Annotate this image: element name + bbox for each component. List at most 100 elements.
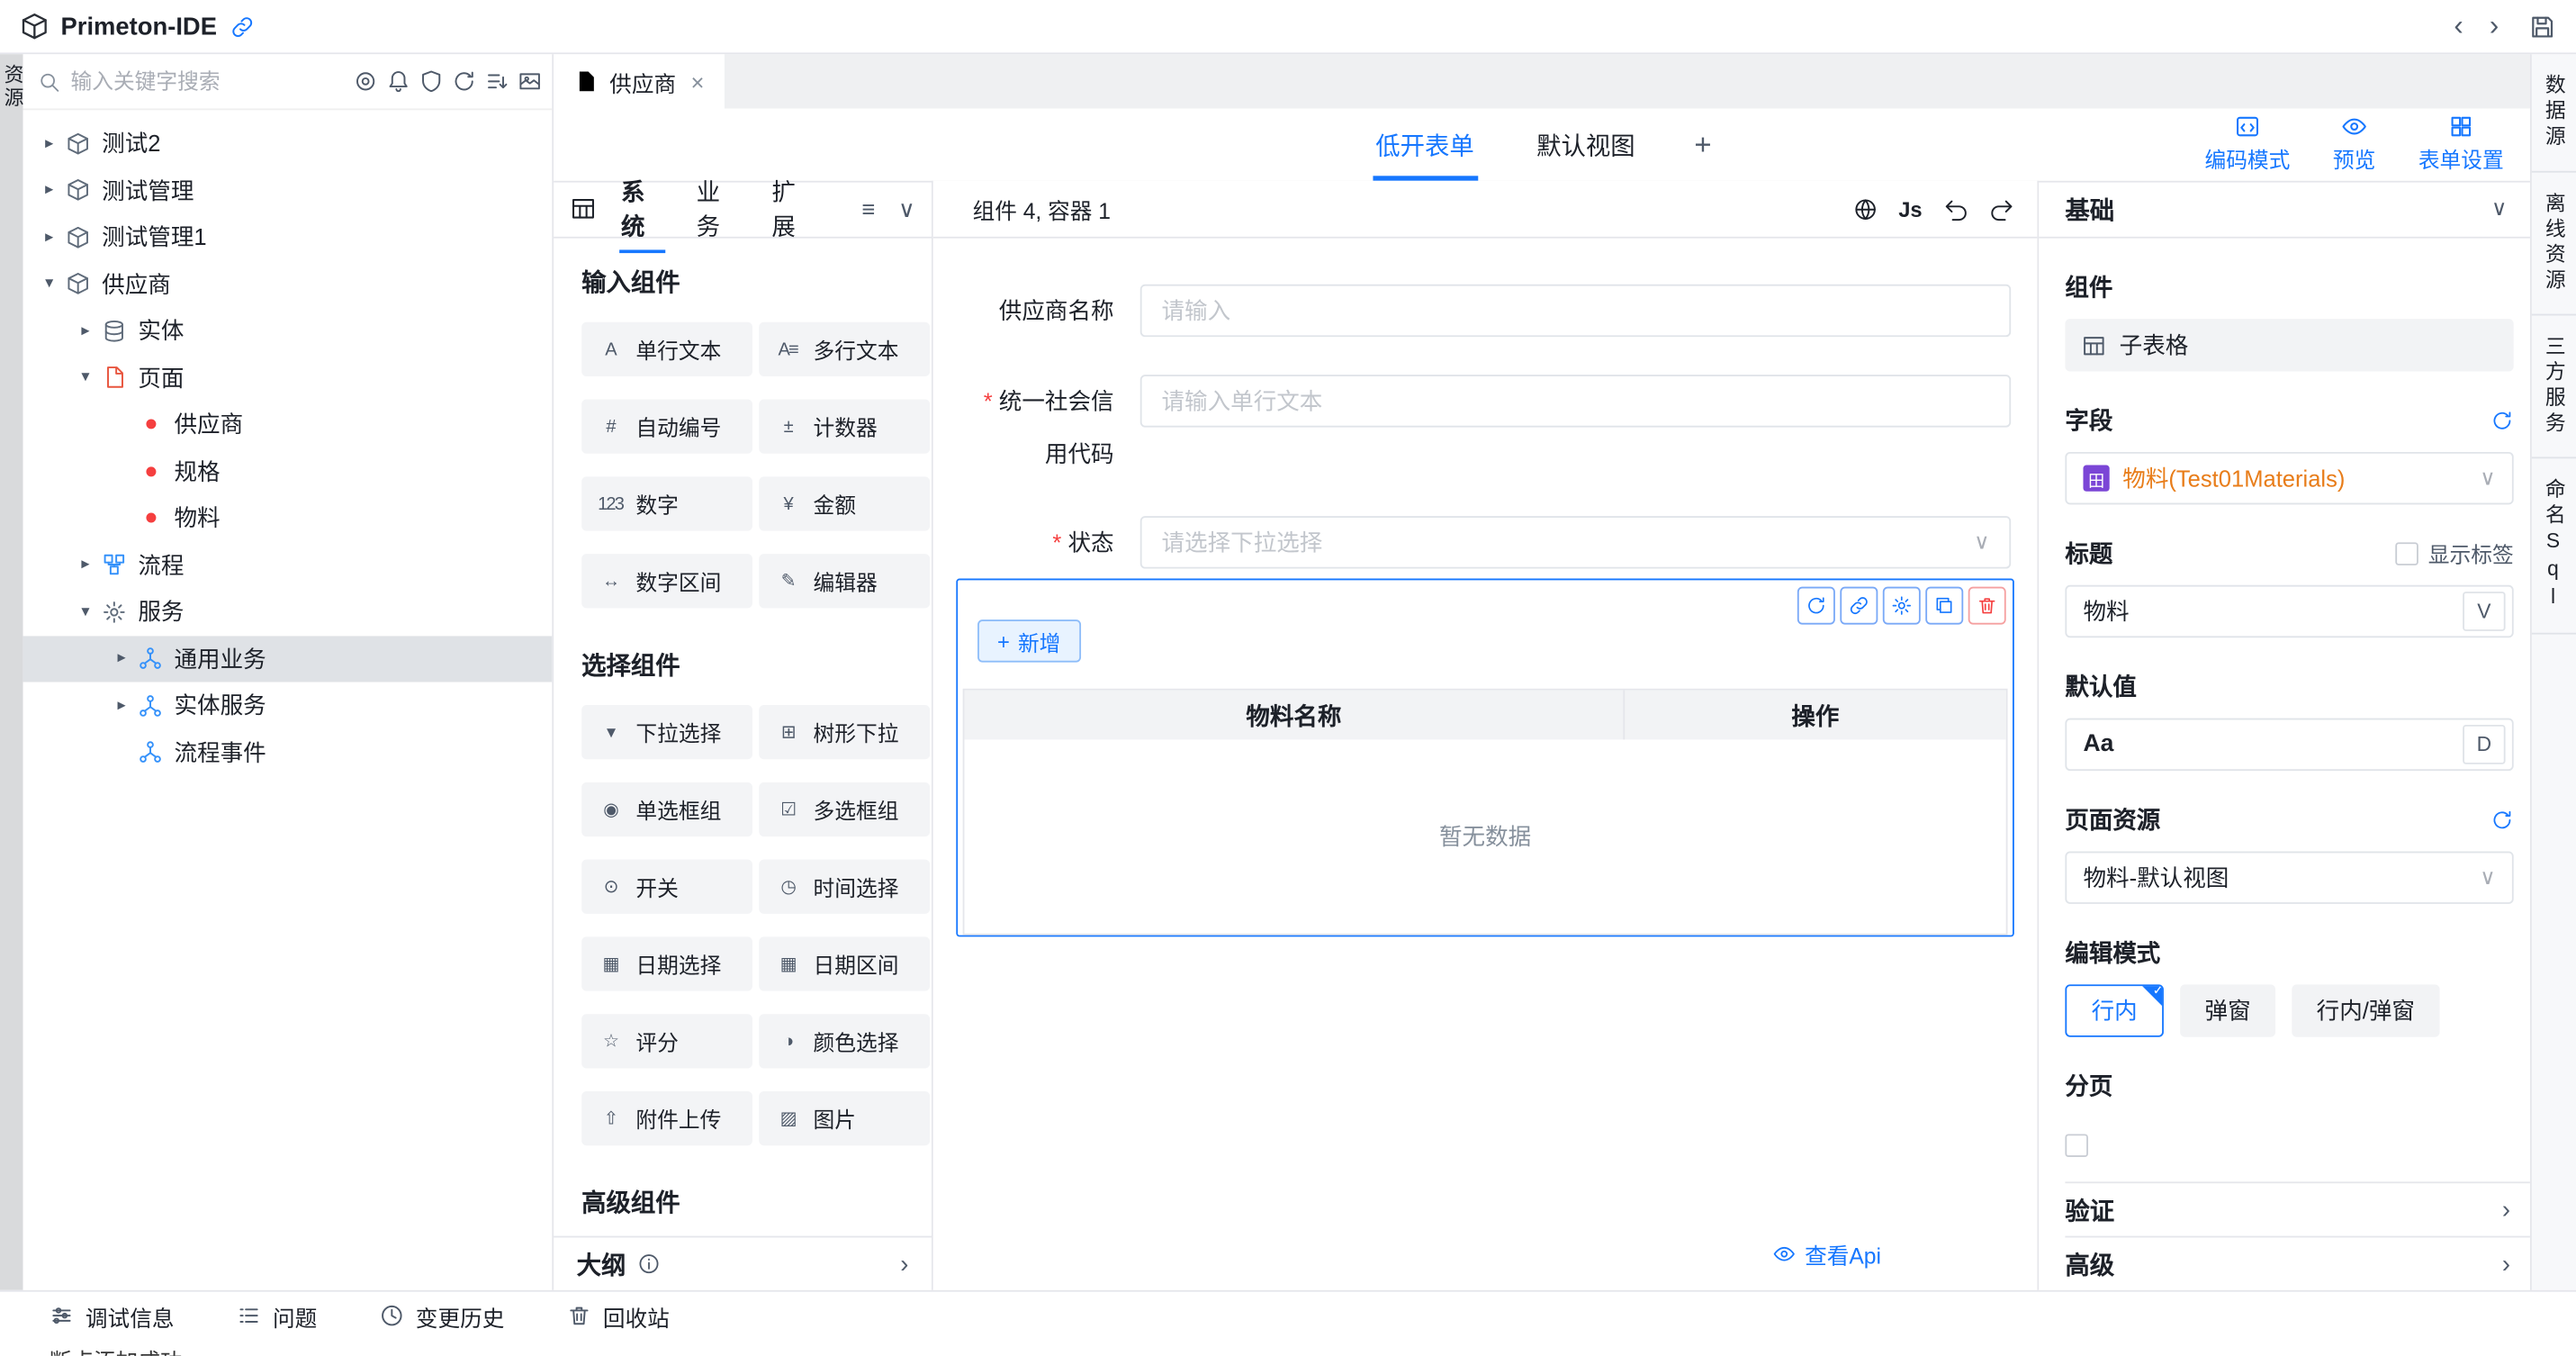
supplier-name-input[interactable]: 请输入 <box>1140 285 2011 337</box>
debug-info-button[interactable]: 调试信息 <box>50 1299 175 1333</box>
pagination-checkbox[interactable] <box>2065 1134 2088 1157</box>
bell-icon[interactable] <box>386 69 410 94</box>
default-value-input[interactable]: Aa D <box>2065 719 2513 771</box>
palette-tab[interactable]: 系统 <box>619 165 665 254</box>
sync-button[interactable] <box>1797 587 1835 625</box>
chevron-down-icon[interactable]: ∨ <box>2491 195 2507 221</box>
chevron-right-icon[interactable]: ▸ <box>36 134 62 152</box>
refresh-icon[interactable] <box>2490 808 2514 831</box>
link-icon[interactable] <box>230 14 255 39</box>
show-label-checkbox[interactable] <box>2395 541 2418 565</box>
chevron-down-icon[interactable]: ▾ <box>72 368 98 386</box>
palette-item[interactable]: ⊞树形下拉 <box>759 705 930 759</box>
tree-item[interactable]: ▸通用业务 <box>23 635 553 682</box>
tree-item[interactable]: 规格 <box>23 447 553 494</box>
copy-button[interactable] <box>1925 587 1963 625</box>
tree-item[interactable]: ▾供应商 <box>23 260 553 307</box>
rail-item-offline[interactable]: 离线资源 <box>2532 172 2576 315</box>
palette-item[interactable]: ◑颜色选择 <box>759 1014 930 1068</box>
selected-subtable-component[interactable]: + 新增 物料名称 操作 暂无数据 <box>956 579 2013 937</box>
tab-default-view[interactable]: 默认视图 <box>1533 108 1638 180</box>
form-settings-button[interactable]: 表单设置 <box>2418 113 2504 175</box>
js-button[interactable]: Js <box>1898 196 1922 221</box>
globe-icon[interactable] <box>1852 196 1877 221</box>
chevron-right-icon[interactable]: ▸ <box>108 696 134 714</box>
default-value-data-button[interactable]: D <box>2463 725 2505 764</box>
outline-bar[interactable]: 大纲 › <box>554 1236 932 1290</box>
palette-item[interactable]: ¥金额 <box>759 476 930 530</box>
chevron-right-icon[interactable]: ▸ <box>36 181 62 199</box>
tree-item[interactable]: ▸实体 <box>23 307 553 354</box>
title-variable-button[interactable]: V <box>2463 592 2505 631</box>
search-input[interactable] <box>68 68 347 95</box>
palette-collapse-icon[interactable]: ∨ <box>898 194 915 222</box>
tree-item[interactable]: 流程事件 <box>23 729 553 776</box>
palette-menu-icon[interactable]: ≡ <box>862 195 876 221</box>
save-icon[interactable] <box>2528 13 2556 41</box>
palette-item[interactable]: ☑多选框组 <box>759 782 930 836</box>
palette-item[interactable]: ☆评分 <box>581 1014 752 1068</box>
palette-item[interactable]: ▦日期区间 <box>759 936 930 990</box>
field-select[interactable]: 田 物料(Test01Materials) ∨ <box>2065 452 2513 504</box>
palette-item[interactable]: A≡多行文本 <box>759 322 930 376</box>
tree-item[interactable]: ▸测试管理 <box>23 167 553 213</box>
bind-button[interactable] <box>1840 587 1878 625</box>
refresh-icon[interactable] <box>452 69 476 94</box>
shield-icon[interactable] <box>419 69 443 94</box>
recycle-bin-button[interactable]: 回收站 <box>567 1299 670 1333</box>
code-mode-button[interactable]: 编码模式 <box>2204 113 2290 175</box>
palette-item[interactable]: A单行文本 <box>581 322 752 376</box>
palette-item[interactable]: ◉单选框组 <box>581 782 752 836</box>
nav-forward-icon[interactable]: › <box>2490 10 2499 43</box>
chevron-right-icon[interactable]: ▸ <box>72 556 98 574</box>
palette-item[interactable]: ▾下拉选择 <box>581 705 752 759</box>
redo-icon[interactable] <box>1989 196 2013 221</box>
export-icon[interactable] <box>518 69 542 94</box>
change-history-button[interactable]: 变更历史 <box>380 1299 505 1333</box>
palette-item[interactable]: ⇧附件上传 <box>581 1091 752 1145</box>
edit-mode-inline-dialog-button[interactable]: 行内/弹窗 <box>2292 984 2439 1036</box>
palette-tab[interactable]: 扩展 <box>770 165 816 254</box>
editor-tab-supplier[interactable]: 供应商 × <box>554 54 724 108</box>
social-credit-code-input[interactable]: 请输入单行文本 <box>1140 375 2011 427</box>
tree-item[interactable]: ▸测试2 <box>23 120 553 167</box>
palette-item[interactable]: 123数字 <box>581 476 752 530</box>
locate-icon[interactable] <box>353 69 377 94</box>
preview-button[interactable]: 预览 <box>2333 113 2375 175</box>
status-select[interactable]: 请选择下拉选择 ∨ <box>1140 516 2011 568</box>
palette-item[interactable]: ✎编辑器 <box>759 554 930 608</box>
chevron-down-icon[interactable]: ▾ <box>36 275 62 293</box>
rail-item-datasource[interactable]: 数据源 <box>2532 54 2576 172</box>
tab-lowcode-form[interactable]: 低开表单 <box>1373 108 1478 180</box>
chevron-right-icon[interactable]: ▸ <box>36 228 62 246</box>
section-validation[interactable]: 验证 › <box>2065 1181 2530 1235</box>
edit-mode-inline-button[interactable]: 行内 <box>2065 984 2164 1036</box>
chevron-right-icon[interactable]: ▸ <box>108 649 134 667</box>
tree-item[interactable]: 物料 <box>23 494 553 541</box>
palette-item[interactable]: ±计数器 <box>759 400 930 454</box>
close-icon[interactable]: × <box>691 68 705 95</box>
tree-item[interactable]: ▸实体服务 <box>23 682 553 728</box>
page-resource-select[interactable]: 物料-默认视图 ∨ <box>2065 852 2513 904</box>
settings-button[interactable] <box>1883 587 1921 625</box>
nav-back-icon[interactable]: ‹ <box>2454 10 2463 43</box>
palette-item[interactable]: ⊙开关 <box>581 860 752 914</box>
refresh-icon[interactable] <box>2490 409 2514 432</box>
view-api-link[interactable]: 查看Api <box>1773 1237 1881 1270</box>
tree-item[interactable]: ▾页面 <box>23 354 553 401</box>
chevron-right-icon[interactable]: ▸ <box>72 321 98 339</box>
add-view-button[interactable]: + <box>1694 127 1711 161</box>
palette-item[interactable]: ▦日期选择 <box>581 936 752 990</box>
properties-header[interactable]: 基础 ∨ <box>2039 181 2530 239</box>
tree-item[interactable]: ▸测试管理1 <box>23 213 553 260</box>
section-advanced[interactable]: 高级 › <box>2065 1236 2530 1290</box>
add-row-button[interactable]: + 新增 <box>977 619 1080 662</box>
palette-tab[interactable]: 业务 <box>695 165 741 254</box>
palette-item[interactable]: ▨图片 <box>759 1091 930 1145</box>
chevron-down-icon[interactable]: ▾ <box>72 602 98 620</box>
sort-icon[interactable] <box>484 69 509 94</box>
undo-icon[interactable] <box>1943 196 1968 221</box>
palette-item[interactable]: ↔数字区间 <box>581 554 752 608</box>
edit-mode-dialog-button[interactable]: 弹窗 <box>2180 984 2275 1036</box>
tree-item[interactable]: ▾服务 <box>23 588 553 635</box>
